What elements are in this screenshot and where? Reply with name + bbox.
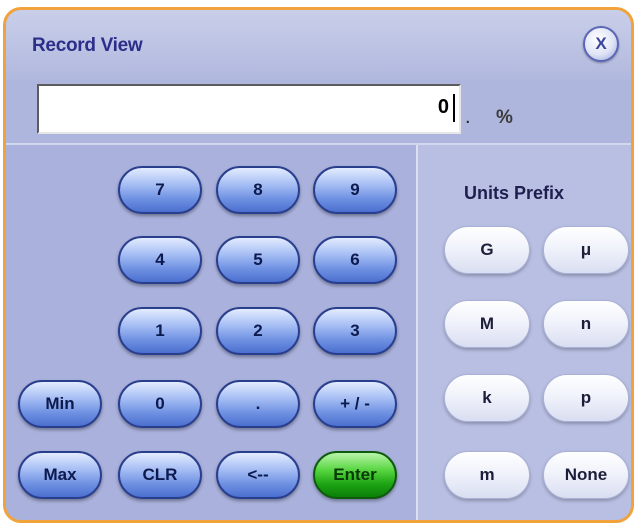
- prefix-micro-button[interactable]: μ: [543, 226, 629, 274]
- text-caret: [453, 94, 455, 122]
- prefix-mega-button[interactable]: M: [444, 300, 530, 348]
- key-7[interactable]: 7: [118, 166, 202, 214]
- vertical-divider: [416, 145, 418, 520]
- prefix-milli-button[interactable]: m: [444, 451, 530, 499]
- min-button[interactable]: Min: [18, 380, 102, 428]
- dialog-title: Record View: [32, 35, 143, 56]
- key-0[interactable]: 0: [118, 380, 202, 428]
- close-icon: X: [595, 34, 607, 53]
- key-5[interactable]: 5: [216, 236, 300, 284]
- decimal-button[interactable]: .: [216, 380, 300, 428]
- title-bar: Record View X: [6, 10, 631, 80]
- sign-toggle-button[interactable]: + / -: [313, 380, 397, 428]
- prefix-kilo-button[interactable]: k: [444, 374, 530, 422]
- record-view-dialog: Record View X 0 . % 7 8 9 4 5 6 1 2 3 Mi…: [3, 7, 634, 523]
- key-4[interactable]: 4: [118, 236, 202, 284]
- prefix-none-button[interactable]: None: [543, 451, 629, 499]
- key-3[interactable]: 3: [313, 307, 397, 355]
- prefix-pico-button[interactable]: p: [543, 374, 629, 422]
- max-button[interactable]: Max: [18, 451, 102, 499]
- backspace-button[interactable]: <--: [216, 451, 300, 499]
- key-6[interactable]: 6: [313, 236, 397, 284]
- key-8[interactable]: 8: [216, 166, 300, 214]
- prefix-nano-button[interactable]: n: [543, 300, 629, 348]
- key-1[interactable]: 1: [118, 307, 202, 355]
- close-button[interactable]: X: [583, 26, 619, 62]
- key-9[interactable]: 9: [313, 166, 397, 214]
- units-prefix-heading: Units Prefix: [464, 183, 565, 203]
- clear-button[interactable]: CLR: [118, 451, 202, 499]
- prefix-giga-button[interactable]: G: [444, 226, 530, 274]
- decimal-indicator: .: [465, 106, 471, 128]
- enter-button[interactable]: Enter: [313, 451, 397, 499]
- key-2[interactable]: 2: [216, 307, 300, 355]
- value-input[interactable]: 0: [37, 84, 461, 134]
- input-value: 0: [437, 96, 449, 118]
- unit-label: %: [496, 107, 513, 128]
